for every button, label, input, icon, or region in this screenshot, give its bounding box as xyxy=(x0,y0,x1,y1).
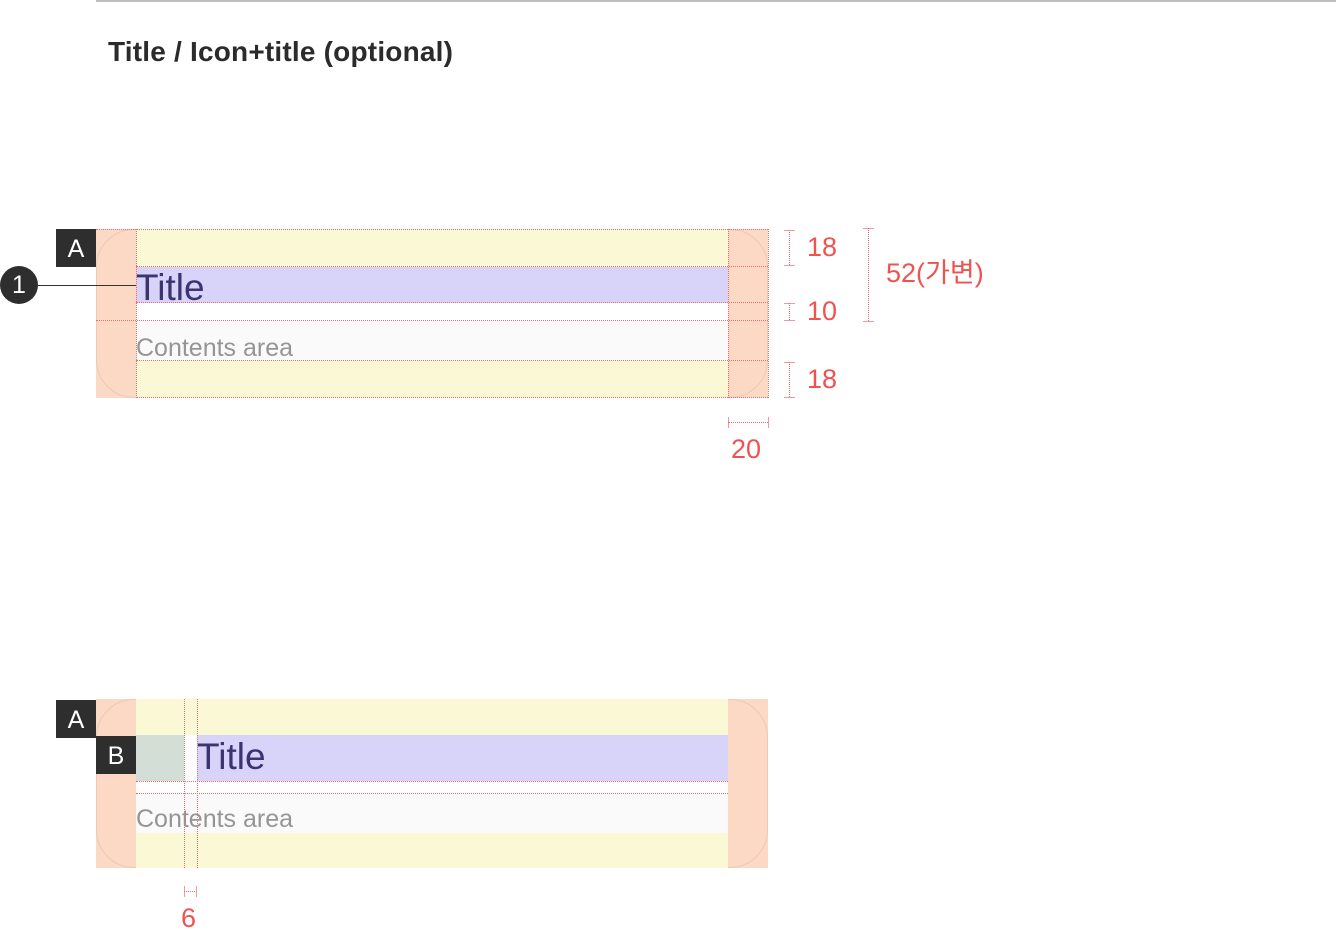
title-text: Title xyxy=(136,267,205,308)
bottom-spacing-area xyxy=(136,361,728,398)
title-area xyxy=(136,267,728,303)
guide-line xyxy=(768,229,769,398)
guide-line xyxy=(136,229,137,398)
top-spacing-area xyxy=(136,229,728,267)
dim-top: 18 xyxy=(807,232,838,262)
tag-a: A xyxy=(56,229,96,267)
callout-leader-line xyxy=(38,285,136,286)
guide-line xyxy=(136,360,768,361)
section-title: Title / Icon+title (optional) xyxy=(108,36,454,67)
bottom-spacing-area xyxy=(136,833,728,868)
guide-line xyxy=(136,781,728,782)
dim-middle: 10 xyxy=(807,296,838,326)
dim-side: 20 xyxy=(731,434,762,464)
dim-gap: 6 xyxy=(181,903,197,933)
guide-line xyxy=(136,302,768,303)
guide-line xyxy=(136,266,768,267)
tag-a: A xyxy=(56,700,96,738)
top-spacing-area xyxy=(136,699,728,735)
title-text: Title xyxy=(197,736,266,777)
top-divider xyxy=(96,0,1336,2)
guide-line xyxy=(136,793,728,794)
guide-line xyxy=(184,699,185,868)
guide-line xyxy=(728,229,729,398)
contents-text: Contents area xyxy=(136,805,294,833)
guide-line xyxy=(96,320,768,321)
title-area xyxy=(197,735,728,781)
guide-line xyxy=(197,699,198,868)
callout-badge: 1 xyxy=(0,266,38,304)
tag-b: B xyxy=(96,736,136,774)
dim-bottom: 18 xyxy=(807,364,838,394)
icon-area xyxy=(136,735,184,781)
guide-line xyxy=(96,229,768,230)
dim-total: 52(가변) xyxy=(886,258,984,288)
guide-line xyxy=(136,397,768,398)
